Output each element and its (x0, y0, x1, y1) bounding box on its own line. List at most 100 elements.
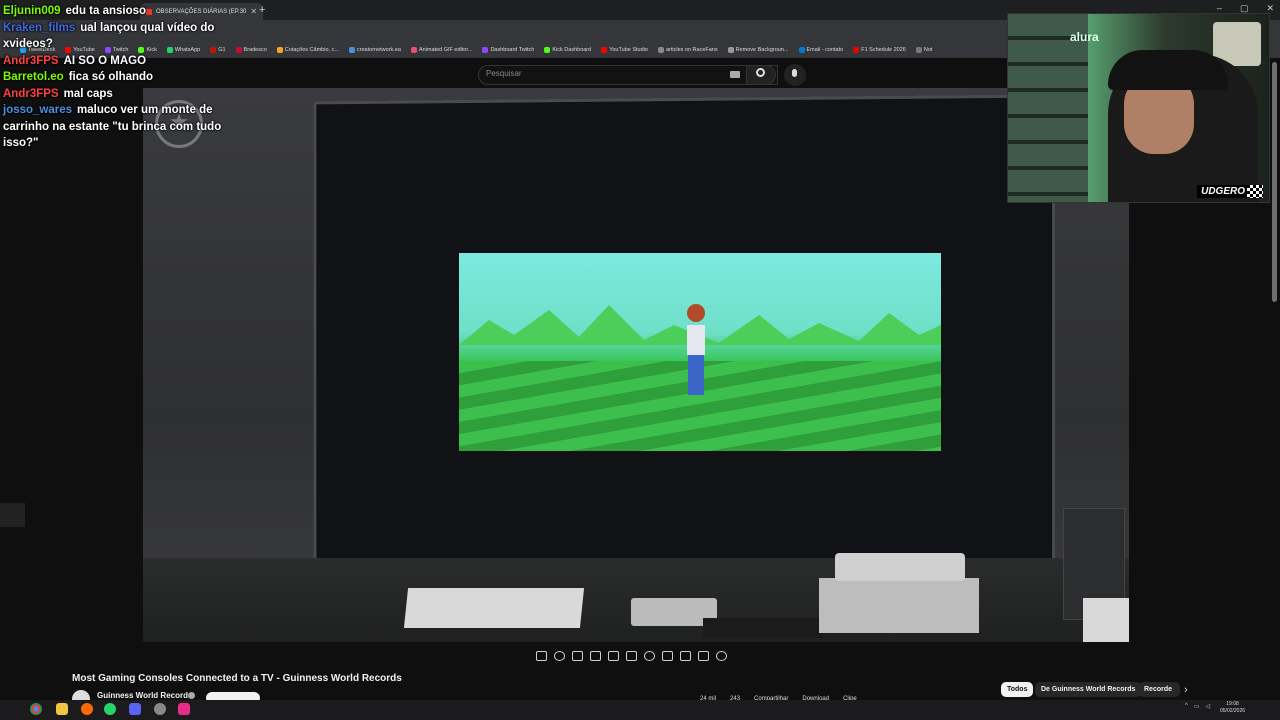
game-character (687, 304, 705, 395)
discord-icon[interactable] (129, 703, 141, 715)
bookmark-label: Email - contato (806, 47, 844, 53)
chat-message: Kraken_films ual lançou qual vídeo do xvi… (3, 20, 223, 53)
console-box (1083, 598, 1129, 642)
audio-icon[interactable] (554, 651, 565, 661)
camera-icon[interactable] (680, 651, 691, 661)
chat-message: Andr3FPS AI SO O MAGO (3, 53, 223, 70)
flask-icon[interactable] (698, 651, 709, 661)
bookmark-item[interactable]: Remove Backgroun... (727, 47, 789, 53)
bookmark-item[interactable]: Not (915, 47, 932, 53)
bookmark-favicon-icon (727, 47, 734, 53)
bookmark-favicon-icon (348, 47, 355, 53)
bookmark-favicon-icon (657, 47, 664, 53)
search-icon (756, 68, 765, 77)
console-black (703, 618, 823, 638)
video-player[interactable] (143, 88, 1129, 642)
bookmark-label: YouTube Studio (609, 47, 648, 53)
stream-chat: Eljunin009 edu ta ansioso Kraken_films ual … (3, 3, 223, 152)
bookmark-item[interactable]: creatornetwork.ea (348, 47, 401, 53)
new-tab-button[interactable]: + (259, 4, 265, 16)
bookmark-item[interactable]: Bradesco (235, 47, 267, 53)
bookmark-label: Animated GIF editor... (418, 47, 473, 53)
game-footage (459, 253, 941, 451)
chat-username[interactable]: Barretol.eo (3, 71, 64, 83)
video-title: Most Gaming Consoles Connected to a TV -… (72, 673, 402, 684)
player-controls (536, 648, 727, 664)
chat-username[interactable]: Eljunin009 (3, 5, 61, 17)
bookmark-favicon-icon (410, 47, 417, 53)
bookmark-favicon-icon (853, 47, 860, 53)
app-icon-pink[interactable] (178, 703, 190, 715)
chat-message: Barretol.eo fica só olhando (3, 69, 223, 86)
bookmark-favicon-icon (798, 47, 805, 53)
page-scrollbar[interactable] (1272, 62, 1277, 302)
whatsapp-icon[interactable] (104, 703, 116, 715)
chat-text: AI SO O MAGO (63, 54, 147, 67)
pip-icon[interactable] (662, 651, 673, 661)
bookmark-favicon-icon (235, 47, 242, 53)
microphone-icon (792, 69, 797, 77)
chat-text: mal caps (63, 87, 113, 100)
playlist-icon[interactable] (590, 651, 601, 661)
chat-username[interactable]: Andr3FPS (3, 88, 59, 100)
bookmark-label: creatornetwork.ea (356, 47, 401, 53)
chat-username[interactable]: Kraken_films (3, 22, 75, 34)
app-icon-gray[interactable] (154, 703, 166, 715)
settings-gear-icon[interactable] (716, 651, 727, 661)
chat-message: Eljunin009 edu ta ansioso (3, 3, 223, 20)
windows-taskbar (0, 700, 1280, 720)
console-playstation (835, 553, 965, 581)
bookmark-label: Cotações Câmbio, c... (284, 47, 339, 53)
chip-records[interactable]: Recorde (1138, 682, 1180, 697)
clock-date: 05/02/2026 (1220, 708, 1246, 714)
bookmark-item[interactable]: Animated GIF editor... (410, 47, 473, 53)
miniplayer-icon[interactable] (608, 651, 619, 661)
keyboard-icon[interactable] (730, 71, 740, 78)
tab-close-icon[interactable]: ✕ (250, 7, 257, 16)
bookmark-item[interactable]: F1 Schedule 2026 (853, 47, 906, 53)
tray-chevron-icon[interactable]: ^ (1185, 703, 1188, 710)
chrome-taskbar-icon[interactable] (30, 703, 42, 715)
screenshot-icon[interactable] (572, 651, 583, 661)
chip-all[interactable]: Todos (1001, 682, 1034, 697)
webcam-overlay: alura UDGERO (1007, 13, 1270, 203)
verified-icon (188, 692, 195, 699)
loop-icon[interactable] (536, 651, 547, 661)
chat-username[interactable]: josso_wares (3, 104, 72, 116)
chip-from-channel[interactable]: De Guinness World Records (1035, 682, 1142, 697)
bookmark-label: F1 Schedule 2026 (861, 47, 906, 53)
bookmark-label: Kick Dashboard (552, 47, 592, 53)
chat-message: josso_wares maluco ver um monte de carrin… (3, 102, 223, 152)
chat-username[interactable]: Andr3FPS (3, 55, 59, 67)
app-icon-orange[interactable] (81, 703, 93, 715)
volume-icon[interactable]: ◁ (1206, 703, 1211, 710)
bookmark-favicon-icon (482, 47, 489, 53)
bookmark-favicon-icon (544, 47, 551, 53)
console-stack (819, 578, 979, 633)
side-badge-icon (0, 503, 25, 527)
bookmark-label: articles on RaceFans (665, 47, 718, 53)
network-icon[interactable]: ▭ (1194, 703, 1200, 710)
speed-icon[interactable] (644, 651, 655, 661)
bookmark-label: Dashboard Twitch (490, 47, 535, 53)
bookmark-item[interactable]: Kick Dashboard (544, 47, 591, 53)
bookmark-label: Remove Backgroun... (735, 47, 789, 53)
bookmark-label: Bradesco (243, 47, 267, 53)
bookmark-item[interactable]: Dashboard Twitch (482, 47, 534, 53)
file-explorer-icon[interactable] (56, 703, 68, 715)
bookmark-favicon-icon (276, 47, 283, 53)
bookmark-item[interactable]: articles on RaceFans (657, 47, 718, 53)
chevron-right-icon[interactable]: › (1184, 684, 1188, 696)
bookmark-favicon-icon (915, 47, 922, 53)
clock-time: 19:08 (1226, 701, 1239, 707)
bookmark-item[interactable]: Email - contato (798, 47, 844, 53)
webcam-sign: alura (1070, 30, 1099, 44)
channel-name[interactable]: Guinness World Records (97, 691, 192, 700)
bookmark-favicon-icon (601, 47, 608, 53)
taskbar-clock[interactable]: 19:08 05/02/2026 (1220, 701, 1245, 715)
bookmark-item[interactable]: YouTube Studio (601, 47, 648, 53)
webcam-cap (1108, 50, 1228, 90)
theater-icon[interactable] (626, 651, 637, 661)
bookmark-item[interactable]: Cotações Câmbio, c... (276, 47, 339, 53)
checkered-flag-icon (1247, 185, 1263, 198)
